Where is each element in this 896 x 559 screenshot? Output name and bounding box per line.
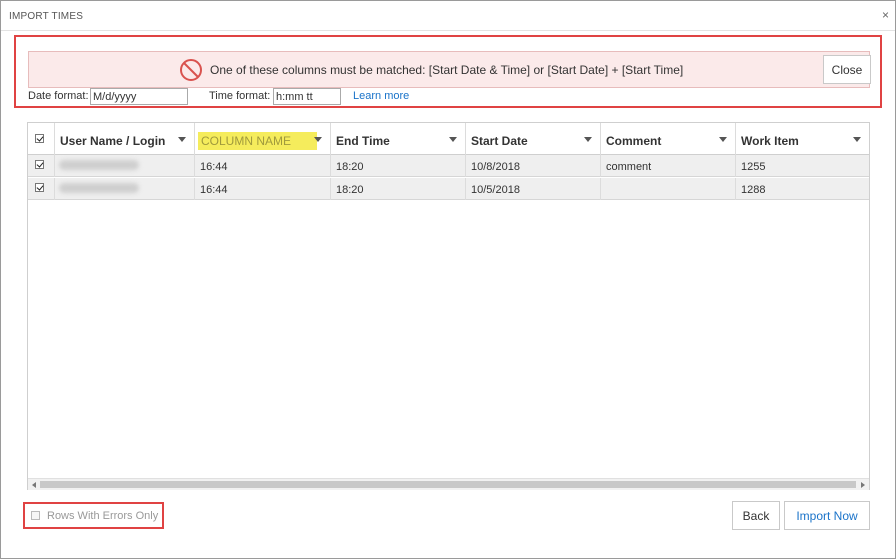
- column-header-label: Start Date: [471, 134, 528, 148]
- cell-text: comment: [606, 161, 652, 173]
- user-name-cell: [55, 155, 195, 177]
- column-header-comment[interactable]: Comment: [601, 123, 736, 155]
- chevron-down-icon[interactable]: [178, 137, 186, 142]
- table-row: 16:44 18:20 10/5/2018 1288: [28, 178, 869, 200]
- chevron-down-icon[interactable]: [314, 137, 322, 142]
- table-cell: 18:20: [331, 155, 466, 177]
- cell-text: 1288: [741, 184, 766, 196]
- import-times-dialog: IMPORT TIMES × One of these columns must…: [0, 0, 896, 559]
- column-header-label: User Name / Login: [60, 134, 166, 148]
- dialog-close-icon[interactable]: ×: [882, 9, 889, 21]
- cell-text: 10/5/2018: [471, 184, 520, 196]
- error-banner: One of these columns must be matched: [S…: [28, 51, 871, 88]
- format-row: Date format: Time format: Learn more: [28, 88, 528, 106]
- column-header-work-item[interactable]: Work Item: [736, 123, 869, 155]
- errors-only-label: Rows With Errors Only: [47, 510, 159, 522]
- table-cell: 16:44: [195, 155, 331, 177]
- date-format-input[interactable]: [90, 88, 188, 105]
- table-cell: 16:44: [195, 178, 331, 200]
- cell-text: 16:44: [200, 184, 228, 196]
- prohibited-icon: [180, 59, 202, 81]
- back-button[interactable]: Back: [732, 501, 780, 530]
- import-grid: User Name / Login COLUMN NAME End Time S…: [27, 122, 870, 490]
- column-header-user-name[interactable]: User Name / Login: [55, 123, 195, 155]
- table-cell: comment: [601, 155, 736, 177]
- error-region: One of these columns must be matched: [S…: [14, 35, 882, 108]
- column-header-label: Comment: [606, 134, 662, 148]
- user-name-cell: [55, 178, 195, 200]
- table-row: 16:44 18:20 10/8/2018 comment 1255: [28, 155, 869, 177]
- import-now-button[interactable]: Import Now: [784, 501, 870, 530]
- date-format-label: Date format:: [28, 90, 89, 102]
- close-button[interactable]: Close: [823, 55, 871, 84]
- horizontal-scrollbar[interactable]: [28, 478, 869, 490]
- chevron-down-icon[interactable]: [719, 137, 727, 142]
- column-header-column-name[interactable]: COLUMN NAME: [195, 123, 331, 155]
- chevron-down-icon[interactable]: [449, 137, 457, 142]
- grid-header: User Name / Login COLUMN NAME End Time S…: [28, 123, 869, 155]
- column-header-label: Work Item: [741, 134, 799, 148]
- table-cell: 1255: [736, 155, 869, 177]
- column-header-label: COLUMN NAME: [198, 132, 318, 150]
- select-all-cell: [28, 123, 55, 155]
- cell-text: 10/8/2018: [471, 161, 520, 173]
- table-cell: 10/5/2018: [466, 178, 601, 200]
- chevron-down-icon[interactable]: [584, 137, 592, 142]
- cell-text: 1255: [741, 161, 766, 173]
- redacted-text: [59, 160, 139, 170]
- time-format-label: Time format:: [209, 90, 271, 102]
- table-cell: 18:20: [331, 178, 466, 200]
- row-checkbox[interactable]: [35, 160, 44, 169]
- cell-text: 18:20: [336, 161, 364, 173]
- column-header-label: End Time: [336, 134, 390, 148]
- learn-more-link[interactable]: Learn more: [353, 90, 409, 102]
- select-all-checkbox[interactable]: [35, 134, 44, 143]
- cell-text: 18:20: [336, 184, 364, 196]
- error-message: One of these columns must be matched: [S…: [210, 63, 684, 77]
- table-cell: 1288: [736, 178, 869, 200]
- redacted-text: [59, 183, 139, 193]
- scroll-left-icon[interactable]: [32, 482, 36, 488]
- dialog-title: IMPORT TIMES: [9, 11, 84, 22]
- time-format-input[interactable]: [273, 88, 341, 105]
- row-checkbox[interactable]: [35, 183, 44, 192]
- scrollbar-thumb[interactable]: [40, 481, 856, 488]
- scroll-right-icon[interactable]: [861, 482, 865, 488]
- dialog-titlebar: IMPORT TIMES ×: [1, 1, 895, 31]
- chevron-down-icon[interactable]: [853, 137, 861, 142]
- row-select-cell: [28, 178, 55, 200]
- row-select-cell: [28, 155, 55, 177]
- column-header-start-date[interactable]: Start Date: [466, 123, 601, 155]
- column-header-end-time[interactable]: End Time: [331, 123, 466, 155]
- cell-text: 16:44: [200, 161, 228, 173]
- table-cell: 10/8/2018: [466, 155, 601, 177]
- errors-only-checkbox[interactable]: [31, 511, 40, 520]
- rows-with-errors-only-toggle[interactable]: Rows With Errors Only: [23, 502, 164, 529]
- table-cell: [601, 178, 736, 200]
